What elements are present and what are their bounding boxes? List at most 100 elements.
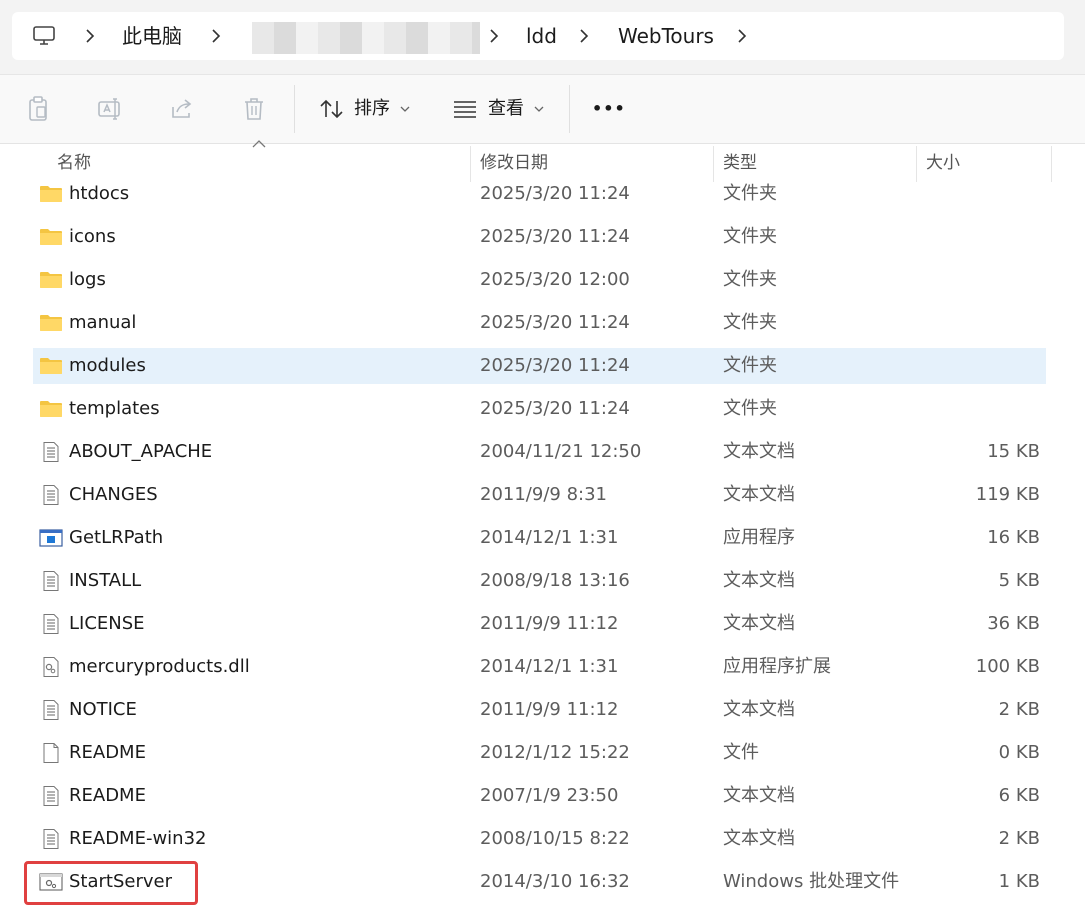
delete-icon[interactable] xyxy=(240,95,268,123)
file-modified-date: 2011/9/9 8:31 xyxy=(480,484,607,505)
file-row[interactable]: README 2012/1/12 15:22 文件 0 KB xyxy=(33,735,1046,771)
file-size: 6 KB xyxy=(998,785,1040,806)
file-name: logs xyxy=(69,269,106,290)
file-name: mercuryproducts.dll xyxy=(69,656,250,677)
view-list-icon xyxy=(454,101,476,118)
file-type: Windows 批处理文件 xyxy=(723,871,900,892)
breadcrumb-ldd[interactable]: ldd xyxy=(526,12,557,60)
file-row[interactable]: mercuryproducts.dll 2014/12/1 1:31 应用程序扩展 1… xyxy=(33,649,1046,685)
file-modified-date: 2025/3/20 11:24 xyxy=(480,312,630,333)
folder-icon xyxy=(39,184,63,204)
file-row[interactable]: htdocs 2025/3/20 11:24 文件夹 xyxy=(33,176,1046,212)
file-name: README-win32 xyxy=(69,828,207,849)
folder-icon xyxy=(39,356,63,376)
blank-file-icon xyxy=(39,743,63,763)
file-row[interactable]: manual 2025/3/20 11:24 文件夹 xyxy=(33,305,1046,341)
file-type: 文本文档 xyxy=(723,441,795,462)
file-row[interactable]: logs 2025/3/20 12:00 文件夹 xyxy=(33,262,1046,298)
file-modified-date: 2014/12/1 1:31 xyxy=(480,656,619,677)
text-document-icon xyxy=(39,485,63,505)
file-modified-date: 2008/9/18 13:16 xyxy=(480,570,630,591)
folder-icon xyxy=(39,313,63,333)
file-modified-date: 2004/11/21 12:50 xyxy=(480,441,642,462)
file-type: 文件夹 xyxy=(723,226,777,247)
toolbar-separator xyxy=(569,85,570,133)
chevron-down-icon xyxy=(400,106,410,112)
text-document-icon xyxy=(39,442,63,462)
file-row[interactable]: icons 2025/3/20 11:24 文件夹 xyxy=(33,219,1046,255)
sort-label: 排序 xyxy=(354,98,390,119)
chevron-right-icon[interactable] xyxy=(206,26,226,46)
blurred-breadcrumb[interactable] xyxy=(252,22,480,54)
breadcrumb-this-pc[interactable]: 此电脑 xyxy=(122,12,182,60)
file-row[interactable]: INSTALL 2008/9/18 13:16 文本文档 5 KB xyxy=(33,563,1046,599)
rename-icon[interactable] xyxy=(96,95,124,123)
file-name: README xyxy=(69,785,146,806)
file-size: 100 KB xyxy=(975,656,1040,677)
file-modified-date: 2011/9/9 11:12 xyxy=(480,699,619,720)
file-modified-date: 2025/3/20 12:00 xyxy=(480,269,630,290)
view-label: 查看 xyxy=(488,98,524,119)
file-explorer-window: 此电脑 ldd WebTours 排序 查看 ••• 名称 修改日期 类型 大小… xyxy=(0,0,1085,923)
file-name: templates xyxy=(69,398,160,419)
file-name: LICENSE xyxy=(69,613,145,634)
highlight-annotation xyxy=(24,861,198,905)
file-type: 文本文档 xyxy=(723,699,795,720)
file-modified-date: 2014/12/1 1:31 xyxy=(480,527,619,548)
file-modified-date: 2007/1/9 23:50 xyxy=(480,785,619,806)
file-size: 1 KB xyxy=(998,871,1040,892)
file-name: README xyxy=(69,742,146,763)
file-row[interactable]: modules 2025/3/20 11:24 文件夹 xyxy=(33,348,1046,384)
folder-icon xyxy=(39,227,63,247)
file-type: 文本文档 xyxy=(723,613,795,634)
file-row[interactable]: NOTICE 2011/9/9 11:12 文本文档 2 KB xyxy=(33,692,1046,728)
file-type: 文本文档 xyxy=(723,785,795,806)
file-type: 文本文档 xyxy=(723,570,795,591)
file-row[interactable]: CHANGES 2011/9/9 8:31 文本文档 119 KB xyxy=(33,477,1046,513)
breadcrumb-webtours[interactable]: WebTours xyxy=(618,12,714,60)
text-document-icon xyxy=(39,614,63,634)
address-bar-region: 此电脑 ldd WebTours xyxy=(0,0,1085,75)
file-modified-date: 2012/1/12 15:22 xyxy=(480,742,630,763)
chevron-right-icon[interactable] xyxy=(574,26,594,46)
file-row[interactable]: LICENSE 2011/9/9 11:12 文本文档 36 KB xyxy=(33,606,1046,642)
paste-icon[interactable] xyxy=(24,95,52,123)
file-type: 应用程序 xyxy=(723,527,795,548)
folder-icon xyxy=(39,399,63,419)
file-row[interactable]: templates 2025/3/20 11:24 文件夹 xyxy=(33,391,1046,427)
file-size: 119 KB xyxy=(975,484,1040,505)
sort-button[interactable]: 排序 xyxy=(316,89,416,129)
address-bar[interactable]: 此电脑 ldd WebTours xyxy=(12,12,1064,60)
chevron-right-icon[interactable] xyxy=(80,26,100,46)
file-row[interactable]: GetLRPath 2014/12/1 1:31 应用程序 16 KB xyxy=(33,520,1046,556)
share-icon[interactable] xyxy=(168,95,196,123)
file-modified-date: 2025/3/20 11:24 xyxy=(480,398,630,419)
file-size: 2 KB xyxy=(998,828,1040,849)
toolbar-separator xyxy=(294,85,295,133)
view-button[interactable]: 查看 xyxy=(452,89,552,129)
file-size: 5 KB xyxy=(998,570,1040,591)
file-row[interactable]: README-win32 2008/10/15 8:22 文本文档 2 KB xyxy=(33,821,1046,857)
file-name: modules xyxy=(69,355,146,376)
command-bar: 排序 查看 ••• xyxy=(0,75,1085,144)
dll-file-icon xyxy=(39,657,63,677)
file-row[interactable]: ABOUT_APACHE 2004/11/21 12:50 文本文档 15 KB xyxy=(33,434,1046,470)
file-name: GetLRPath xyxy=(69,527,164,548)
file-type: 文件夹 xyxy=(723,312,777,333)
file-size: 2 KB xyxy=(998,699,1040,720)
file-modified-date: 2011/9/9 11:12 xyxy=(480,613,619,634)
file-name: CHANGES xyxy=(69,484,158,505)
chevron-right-icon[interactable] xyxy=(732,26,752,46)
chevron-down-icon xyxy=(534,106,544,112)
file-name: ABOUT_APACHE xyxy=(69,441,213,462)
chevron-right-icon[interactable] xyxy=(484,26,504,46)
column-divider[interactable] xyxy=(1051,146,1052,182)
file-size: 36 KB xyxy=(987,613,1040,634)
more-options-button[interactable]: ••• xyxy=(592,89,632,129)
file-type: 文本文档 xyxy=(723,828,795,849)
file-modified-date: 2025/3/20 11:24 xyxy=(480,355,630,376)
file-row[interactable]: README 2007/1/9 23:50 文本文档 6 KB xyxy=(33,778,1046,814)
file-name: NOTICE xyxy=(69,699,137,720)
this-pc-icon[interactable] xyxy=(32,24,56,48)
file-type: 文件夹 xyxy=(723,355,777,376)
